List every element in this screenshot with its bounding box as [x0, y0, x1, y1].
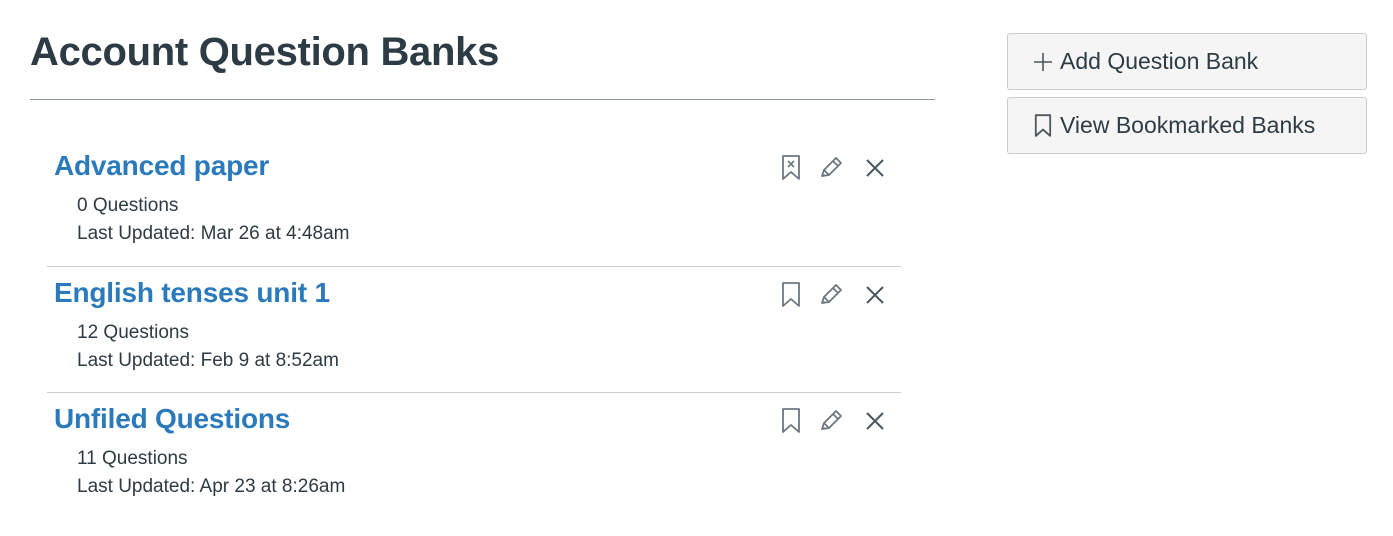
- question-bank-item: Unfiled Questions 11 Questions Last Upda…: [47, 392, 901, 518]
- add-question-bank-button[interactable]: Add Question Bank: [1007, 33, 1367, 90]
- question-bank-list: Advanced paper 0 Questions Last Updated:…: [47, 140, 901, 518]
- page-title: Account Question Banks: [30, 30, 500, 74]
- question-bank-item: Advanced paper 0 Questions Last Updated:…: [47, 140, 901, 266]
- bank-last-updated: Last Updated: Feb 9 at 8:52am: [77, 350, 339, 371]
- bank-last-updated: Last Updated: Apr 23 at 8:26am: [77, 476, 346, 497]
- pencil-icon[interactable]: [817, 281, 845, 309]
- pencil-icon[interactable]: [817, 154, 845, 182]
- right-sidebar: Add Question Bank View Bookmarked Banks: [1007, 33, 1367, 154]
- bank-actions: [777, 154, 887, 184]
- plus-icon: [1032, 52, 1054, 72]
- view-bookmarked-banks-label: View Bookmarked Banks: [1060, 112, 1316, 138]
- pencil-icon[interactable]: [817, 407, 845, 435]
- bank-actions: [777, 407, 887, 437]
- close-icon[interactable]: [861, 154, 889, 182]
- bookmark-icon[interactable]: [777, 407, 805, 435]
- bank-title-link[interactable]: English tenses unit 1: [54, 277, 330, 309]
- bank-title-link[interactable]: Advanced paper: [54, 150, 269, 182]
- bank-title-link[interactable]: Unfiled Questions: [54, 403, 290, 435]
- add-question-bank-label: Add Question Bank: [1060, 48, 1259, 74]
- bank-question-count: 0 Questions: [77, 195, 179, 216]
- title-divider: [30, 99, 935, 100]
- close-icon[interactable]: [861, 407, 889, 435]
- bookmark-icon[interactable]: [777, 281, 805, 309]
- bank-question-count: 11 Questions: [77, 448, 188, 469]
- bookmark-icon: [1032, 113, 1054, 138]
- view-bookmarked-banks-button[interactable]: View Bookmarked Banks: [1007, 97, 1367, 154]
- bank-actions: [777, 281, 887, 311]
- bank-last-updated: Last Updated: Mar 26 at 4:48am: [77, 223, 350, 244]
- close-icon[interactable]: [861, 281, 889, 309]
- bank-question-count: 12 Questions: [77, 322, 189, 343]
- bookmark-remove-icon[interactable]: [777, 154, 805, 182]
- question-bank-item: English tenses unit 1 12 Questions Last …: [47, 266, 901, 392]
